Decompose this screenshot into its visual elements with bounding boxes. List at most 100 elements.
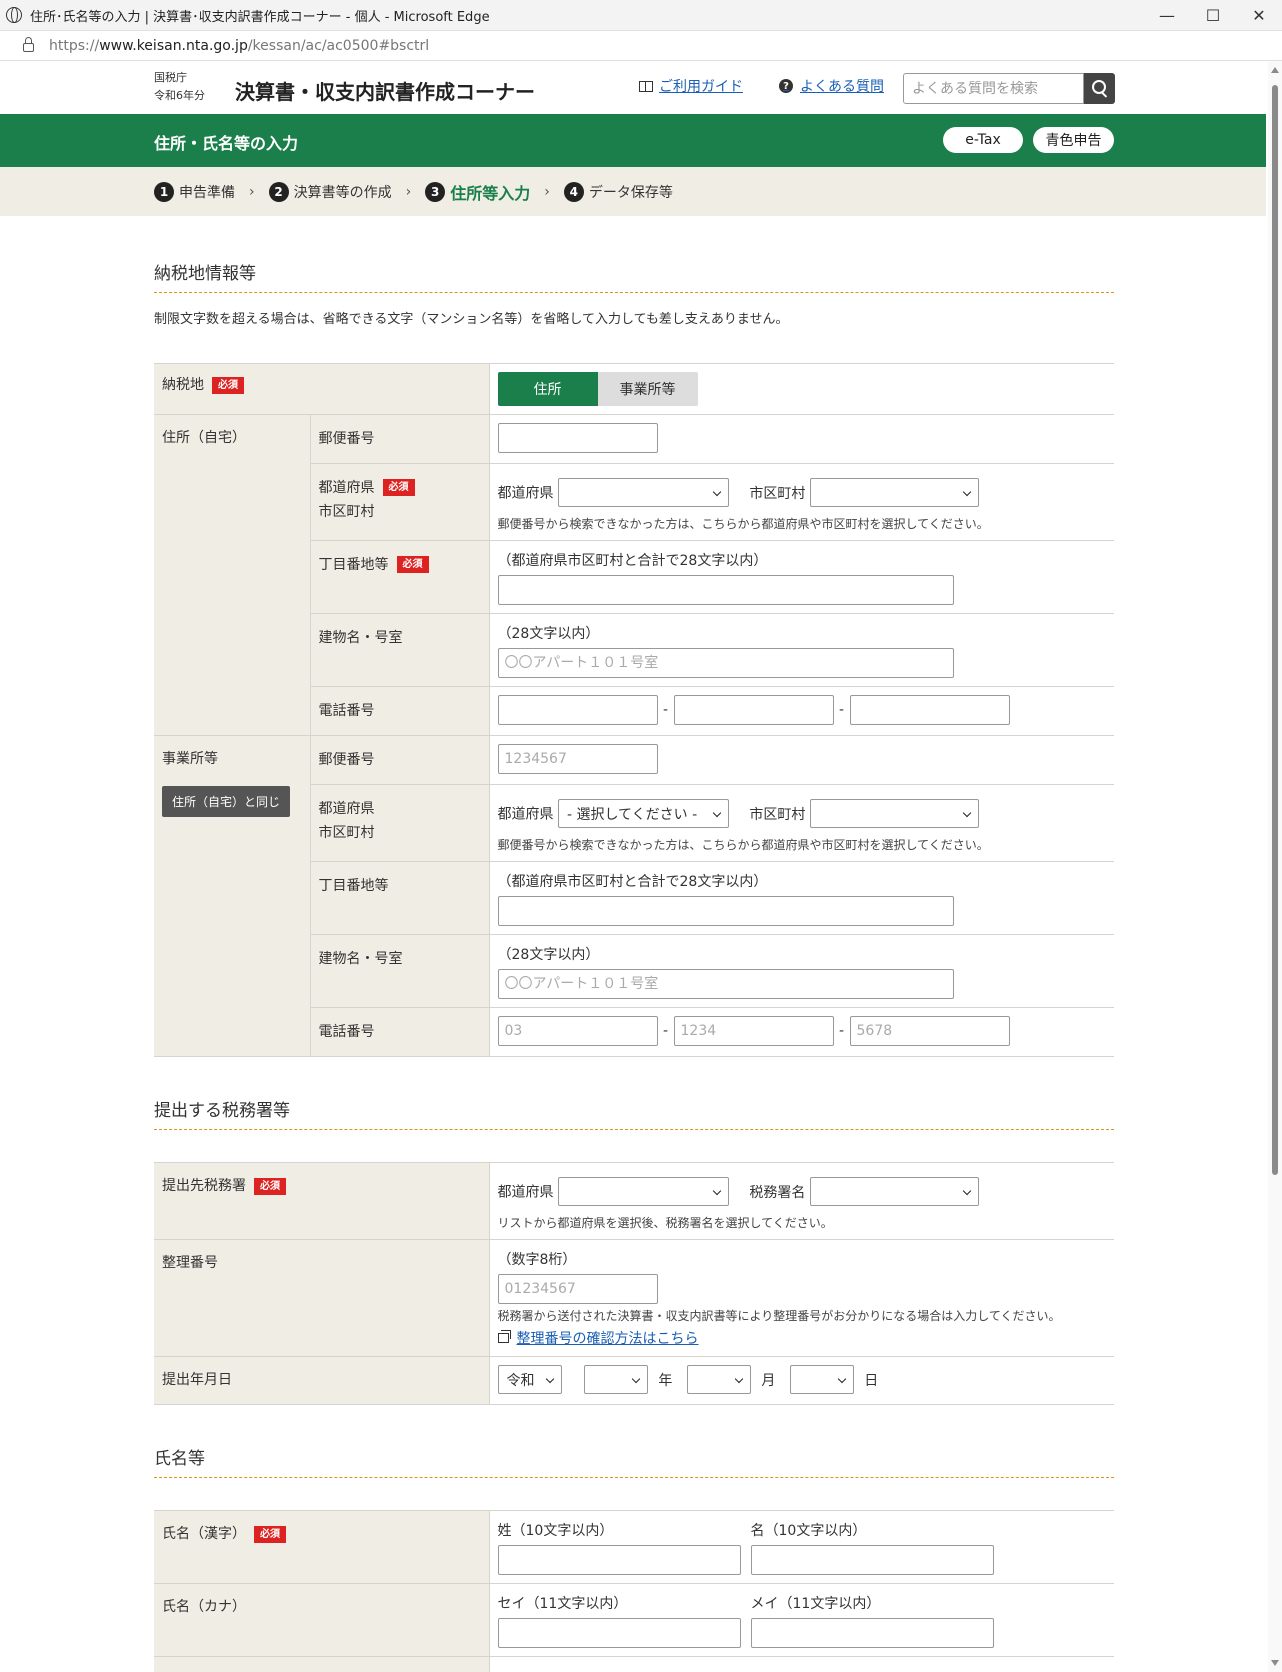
- date-label: 提出年月日: [154, 1356, 490, 1405]
- city-label: 市区町村: [318, 504, 375, 520]
- taxplace-row: 納税地 必須 住所 事業所等: [154, 363, 1114, 415]
- chome-note: （都道府県市区町村と合計で28文字以内）: [497, 874, 768, 890]
- same-as-home-button[interactable]: 住所（自宅）と同じ: [162, 786, 291, 817]
- home-tel2-input[interactable]: [673, 695, 834, 725]
- chevron-right-icon: ›: [544, 183, 550, 200]
- home-city-select[interactable]: [809, 478, 979, 507]
- url-text[interactable]: https://www.keisan.nta.go.jp/kessan/ac/a…: [49, 38, 429, 54]
- bldg-label: 建物名・号室: [310, 613, 490, 687]
- office-tel3-input[interactable]: [849, 1016, 1010, 1046]
- scrollbar-thumb[interactable]: [1272, 85, 1278, 1175]
- home-bldg-input[interactable]: [497, 648, 954, 678]
- scroll-up-icon[interactable]: [1271, 67, 1279, 73]
- sei-input[interactable]: [497, 1545, 741, 1575]
- seiri-help-link[interactable]: 整理番号の確認方法はこちら: [497, 1328, 1107, 1348]
- home-tel1-input[interactable]: [497, 695, 658, 725]
- page-viewport: 国税庁 令和6年分 決算書・収支内訳書作成コーナー ご利用ガイド ? よくある質問…: [0, 61, 1282, 1672]
- tel-label: 電話番号: [310, 1007, 490, 1057]
- office-tel2-input[interactable]: [673, 1016, 834, 1046]
- month-select[interactable]: [686, 1365, 751, 1394]
- home-postal-input[interactable]: [497, 423, 658, 453]
- home-postal-label: 郵便番号: [310, 414, 490, 464]
- address-bar[interactable]: https://www.keisan.nta.go.jp/kessan/ac/a…: [0, 31, 1282, 61]
- taxplace-table: 納税地 必須 住所 事業所等 住所（自宅） 郵便番号 都道府県 必須 市区町村 都道府…: [154, 363, 1114, 1057]
- era-select[interactable]: 令和: [497, 1365, 562, 1394]
- maximize-button[interactable]: ☐: [1190, 0, 1236, 31]
- office-postal-label: 郵便番号: [310, 735, 490, 785]
- sei-kana-input[interactable]: [497, 1618, 741, 1648]
- new-window-icon: [497, 1330, 511, 1343]
- site-title[interactable]: 決算書・収支内訳書作成コーナー: [235, 76, 535, 105]
- taxoffice-label: 提出先税務署: [162, 1178, 246, 1194]
- guide-link[interactable]: ご利用ガイド: [639, 76, 743, 96]
- tel-label: 電話番号: [310, 686, 490, 736]
- taxoffice-select[interactable]: [809, 1177, 979, 1206]
- section-title-taxoffice: 提出する税務署等: [154, 1096, 1114, 1130]
- section-title-name: 氏名等: [154, 1444, 1114, 1478]
- faq-link[interactable]: ? よくある質問: [779, 76, 884, 96]
- required-badge: 必須: [382, 478, 415, 496]
- city-inline-label: 市区町村: [749, 485, 806, 502]
- chome-label: 丁目番地等: [310, 861, 490, 935]
- scroll-down-icon[interactable]: [1271, 1660, 1279, 1666]
- taxoffice-table: 提出先税務署 必須 都道府県 税務署名 リストから都道府県を選択後、税務署名を選択…: [154, 1162, 1114, 1405]
- next-row: [154, 1656, 1114, 1672]
- required-badge: 必須: [254, 1525, 286, 1543]
- home-tel3-input[interactable]: [849, 695, 1010, 725]
- site-header: 国税庁 令和6年分 決算書・収支内訳書作成コーナー ご利用ガイド ? よくある質問: [0, 61, 1266, 114]
- name-kanji-row: 氏名（漢字） 必須 姓（10文字以内） 名（10文字以内）: [154, 1510, 1114, 1584]
- day-label: 日: [864, 1372, 879, 1389]
- pref-label: 都道府県: [318, 801, 375, 817]
- blue-return-button[interactable]: 青色申告: [1033, 127, 1114, 153]
- day-select[interactable]: [789, 1365, 854, 1394]
- seiri-note: （数字8桁）: [497, 1252, 577, 1268]
- taxoffice-pref-select[interactable]: [557, 1177, 729, 1206]
- office-label: 事業所等: [162, 751, 218, 767]
- office-postal-input[interactable]: [497, 744, 658, 774]
- section-title-taxplace: 納税地情報等: [154, 259, 1114, 293]
- etax-button[interactable]: e-Tax: [943, 127, 1023, 153]
- step-1: 1 申告準備: [154, 181, 235, 202]
- taxoffice-inline-label: 税務署名: [749, 1184, 806, 1201]
- required-badge: 必須: [396, 555, 429, 573]
- step-4: 4 データ保存等: [563, 181, 673, 202]
- required-badge: 必須: [254, 1177, 286, 1195]
- mei-kana-label: メイ（11文字以内）: [750, 1596, 881, 1612]
- minimize-button[interactable]: —: [1144, 0, 1190, 31]
- book-icon: [639, 80, 653, 92]
- globe-icon: [6, 7, 22, 23]
- toggle-home[interactable]: 住所: [497, 372, 598, 406]
- page-title-bar: 住所・氏名等の入力 e-Tax 青色申告: [0, 114, 1266, 167]
- city-label: 市区町村: [318, 825, 375, 841]
- mei-input[interactable]: [750, 1545, 994, 1575]
- lock-icon[interactable]: [23, 37, 34, 52]
- faq-search-input[interactable]: [903, 73, 1084, 104]
- office-city-select[interactable]: [809, 799, 979, 828]
- sei-kana-label: セイ（11文字以内）: [497, 1596, 628, 1612]
- step-2: 2 決算書等の作成: [268, 181, 392, 202]
- mei-kana-input[interactable]: [750, 1618, 994, 1648]
- seiri-input[interactable]: [497, 1274, 658, 1304]
- close-button[interactable]: ✕: [1236, 0, 1282, 31]
- office-bldg-input[interactable]: [497, 969, 954, 999]
- required-badge: 必須: [212, 376, 244, 394]
- toggle-office[interactable]: 事業所等: [597, 372, 698, 406]
- agency-name: 国税庁: [154, 71, 187, 84]
- agency-block: 国税庁 令和6年分: [154, 69, 205, 105]
- home-pref-select[interactable]: [557, 478, 729, 507]
- name-table: 氏名（漢字） 必須 姓（10文字以内） 名（10文字以内） 氏名（カナ） セイ（…: [154, 1510, 1114, 1672]
- chome-note: （都道府県市区町村と合計で28文字以内）: [497, 553, 768, 569]
- browser-titlebar: 住所･氏名等の入力 | 決算書･収支内訳書作成コーナー - 個人 - Micro…: [0, 0, 1282, 31]
- chome-label: 丁目番地等: [318, 557, 389, 573]
- vertical-scrollbar[interactable]: [1268, 61, 1282, 1672]
- year-select[interactable]: [583, 1365, 648, 1394]
- office-tel1-input[interactable]: [497, 1016, 658, 1046]
- home-postal-row: 住所（自宅） 郵便番号: [154, 414, 1114, 736]
- search-icon[interactable]: [1084, 73, 1115, 104]
- taxplace-label: 納税地: [162, 377, 204, 393]
- office-chome-input[interactable]: [497, 896, 954, 926]
- bldg-label: 建物名・号室: [310, 934, 490, 1008]
- office-pref-select[interactable]: - 選択してください -: [557, 799, 729, 828]
- home-chome-input[interactable]: [497, 575, 954, 605]
- seiri-row: 整理番号 （数字8桁） 税務署から送付された決算書・収支内訳書等により整理番号が…: [154, 1239, 1114, 1357]
